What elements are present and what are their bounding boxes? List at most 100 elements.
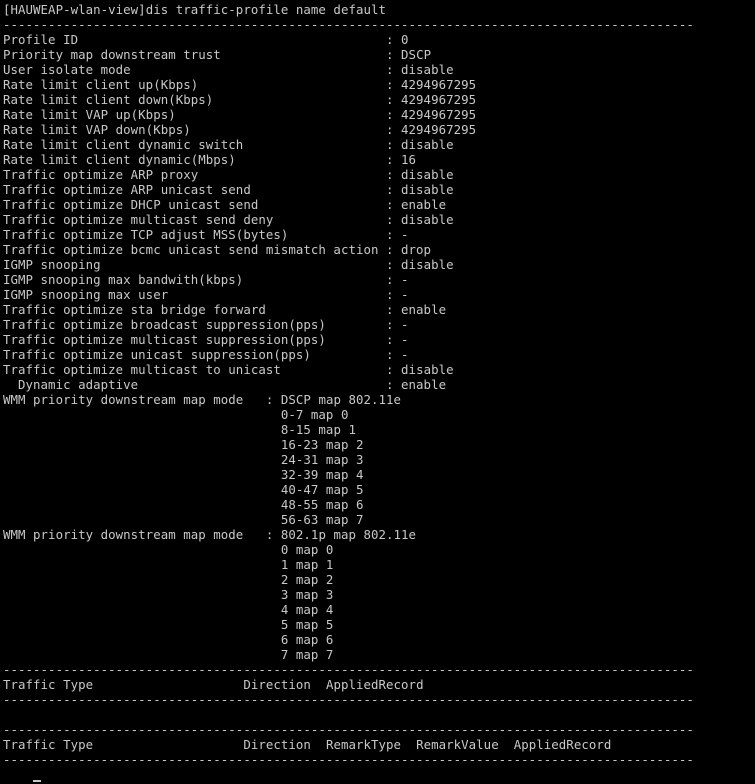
wmm-map-key: WMM priority downstream map mode: [3, 527, 244, 542]
wmm-map-entry: 7 map 7: [3, 647, 753, 662]
profile-key: User isolate mode: [3, 62, 131, 77]
wmm-map-header: WMM priority downstream map mode : DSCP …: [3, 392, 402, 407]
profile-row: IGMP snooping max bandwith(kbps) : -: [3, 272, 409, 287]
wmm-map-entry: 0 map 0: [3, 542, 753, 557]
profile-value: -: [401, 347, 409, 362]
wmm-map-list: WMM priority downstream map mode : DSCP …: [3, 392, 753, 662]
wmm-map-entry: 16-23 map 2: [3, 437, 753, 452]
profile-value: DSCP: [401, 47, 432, 62]
profile-value: disable: [401, 257, 454, 272]
profile-value: disable: [401, 137, 454, 152]
profile-key: Rate limit client dynamic(Mbps): [3, 152, 236, 167]
empty-line: [3, 707, 753, 722]
command-line: [HAUWEAP-wlan-view]dis traffic-profile n…: [3, 2, 753, 17]
profile-value: enable: [401, 302, 447, 317]
cli-prompt: [HAUWEAP-wlan-view]: [3, 2, 146, 17]
profile-value: 16: [401, 152, 417, 167]
wmm-map-entry: 6 map 6: [3, 632, 753, 647]
profile-row: IGMP snooping max user : -: [3, 287, 409, 302]
profile-key: Traffic optimize DHCP unicast send: [3, 197, 259, 212]
wmm-map-entry-text: 7 map 7: [280, 647, 334, 662]
cursor-line: [3, 767, 753, 782]
profile-value: disable: [401, 167, 454, 182]
profile-row: Traffic optimize multicast suppression(p…: [3, 332, 409, 347]
profile-value: -: [401, 227, 409, 242]
column-header-direction: Direction: [243, 737, 311, 752]
profile-row: Traffic optimize broadcast suppression(p…: [3, 317, 409, 332]
profile-value: drop: [401, 242, 432, 257]
profile-row: Rate limit client dynamic(Mbps) : 16: [3, 152, 417, 167]
wmm-map-entry-text: 16-23 map 2: [280, 437, 364, 452]
separator-line: ----------------------------------------…: [3, 692, 694, 707]
wmm-map-entry: 40-47 map 5: [3, 482, 753, 497]
profile-key: IGMP snooping max bandwith(kbps): [3, 272, 244, 287]
column-header-traffic-type: Traffic Type: [3, 677, 94, 692]
profile-row: Rate limit client dynamic switch : disab…: [3, 137, 454, 152]
profile-row: Rate limit client up(Kbps) : 4294967295: [3, 77, 477, 92]
profile-value: disable: [401, 362, 454, 377]
profile-key: Traffic optimize ARP unicast send: [3, 182, 251, 197]
profile-key: Rate limit VAP down(Kbps): [3, 122, 191, 137]
wmm-map-entry-text: 24-31 map 3: [280, 452, 364, 467]
profile-key: Dynamic adaptive: [3, 377, 139, 392]
wmm-map-entry: 1 map 1: [3, 557, 753, 572]
wmm-map-entry: 48-55 map 6: [3, 497, 753, 512]
wmm-map-key: WMM priority downstream map mode: [3, 392, 244, 407]
gap-1: [93, 677, 243, 692]
profile-key: Traffic optimize broadcast suppression(p…: [3, 317, 326, 332]
wmm-map-entry-text: 8-15 map 1: [280, 422, 356, 437]
profile-value: disable: [401, 182, 454, 197]
profile-key: Traffic optimize bcmc unicast send misma…: [3, 242, 379, 257]
wmm-map-entry: 8-15 map 1: [3, 422, 753, 437]
profile-row: Traffic optimize multicast send deny : d…: [3, 212, 454, 227]
profile-value: 4294967295: [401, 92, 477, 107]
profile-key: IGMP snooping: [3, 257, 101, 272]
profile-row: Rate limit client down(Kbps) : 429496729…: [3, 92, 477, 107]
profile-row: Dynamic adaptive : enable: [3, 377, 447, 392]
separator-line: ----------------------------------------…: [3, 17, 694, 32]
profile-value: -: [401, 287, 409, 302]
profile-key: Profile ID: [3, 32, 79, 47]
column-header-remark-value: RemarkValue: [416, 737, 499, 752]
profile-key: Traffic optimize multicast suppression(p…: [3, 332, 326, 347]
profile-key: IGMP snooping max user: [3, 287, 169, 302]
profile-key: Traffic optimize ARP proxy: [3, 167, 199, 182]
wmm-map-entry: 2 map 2: [3, 572, 753, 587]
command-text: dis traffic-profile name default: [145, 2, 387, 17]
separator-line: ----------------------------------------…: [3, 752, 694, 767]
profile-value: -: [401, 332, 409, 347]
wmm-map-entry-text: 3 map 3: [280, 587, 334, 602]
profile-key: Rate limit client dynamic switch: [3, 137, 244, 152]
wmm-map-header: WMM priority downstream map mode : 802.1…: [3, 527, 417, 542]
profile-key: Traffic optimize multicast to unicast: [3, 362, 281, 377]
profile-value: 0: [401, 32, 409, 47]
wmm-map-entry: 32-39 map 4: [3, 467, 753, 482]
column-header-applied-record: AppliedRecord: [325, 677, 424, 692]
profile-value: -: [401, 272, 409, 287]
wmm-map-entry-text: 32-39 map 4: [280, 467, 364, 482]
wmm-map-entry-text: 4 map 4: [280, 602, 334, 617]
wmm-map-entry-text: 6 map 6: [280, 632, 334, 647]
wmm-map-entry: 24-31 map 3: [3, 452, 753, 467]
profile-value: disable: [401, 212, 454, 227]
profile-key: Priority map downstream trust: [3, 47, 221, 62]
profile-key: Traffic optimize sta bridge forward: [3, 302, 266, 317]
wmm-map-entry: 0-7 map 0: [3, 407, 753, 422]
separator-line: ----------------------------------------…: [3, 662, 694, 677]
wmm-map-entry-text: 0-7 map 0: [280, 407, 349, 422]
table-header-row: Traffic Type Direction RemarkType Remark…: [3, 737, 753, 752]
profile-row: Rate limit VAP up(Kbps) : 4294967295: [3, 107, 477, 122]
wmm-map-entry: 4 map 4: [3, 602, 753, 617]
profile-row: Traffic optimize sta bridge forward : en…: [3, 302, 447, 317]
column-header-applied-record: AppliedRecord: [513, 737, 612, 752]
wmm-map-entry: 5 map 5: [3, 617, 753, 632]
column-header-traffic-type: Traffic Type: [3, 737, 94, 752]
profile-key: Traffic optimize unicast suppression(pps…: [3, 347, 311, 362]
wmm-map-entry-text: 40-47 map 5: [280, 482, 364, 497]
profile-value: 4294967295: [401, 107, 477, 122]
wmm-map-mode: DSCP map 802.11e: [280, 392, 402, 407]
terminal-window[interactable]: [HAUWEAP-wlan-view]dis traffic-profile n…: [3, 2, 753, 784]
wmm-map-entry-text: 0 map 0: [280, 542, 334, 557]
profile-row: Traffic optimize ARP unicast send : disa…: [3, 182, 454, 197]
wmm-map-entry: 56-63 map 7: [3, 512, 753, 527]
